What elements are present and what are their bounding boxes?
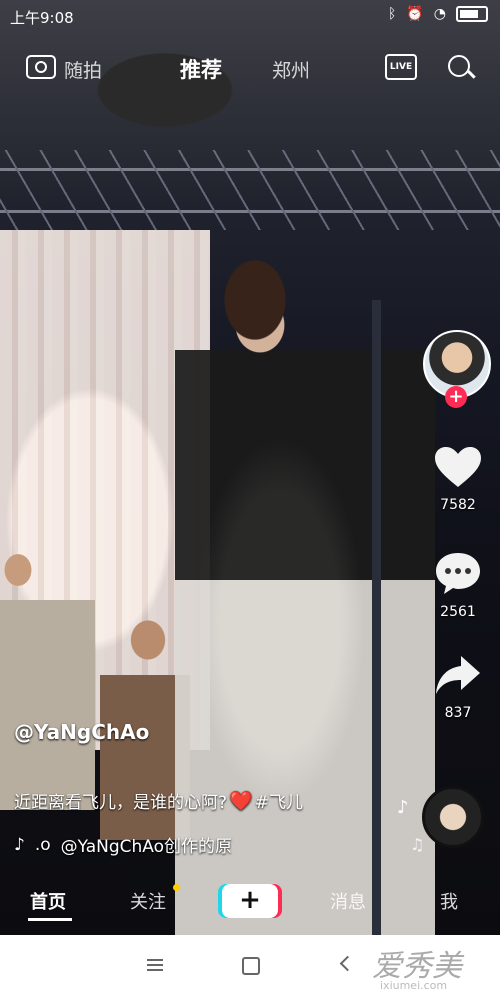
- music-title: @YaNgChAo创作的原: [60, 837, 233, 857]
- comment-button[interactable]: 2561: [430, 550, 486, 620]
- notification-dot: [173, 884, 180, 891]
- camera-icon[interactable]: [26, 55, 56, 79]
- menu-key-icon[interactable]: [147, 959, 163, 971]
- status-bar: 上午9:08 ᛒ ⏰ ◔: [0, 0, 500, 36]
- tab-messages[interactable]: 消息: [330, 888, 366, 914]
- live-icon[interactable]: LIVE: [385, 54, 417, 80]
- tab-home-indicator: [28, 918, 72, 921]
- wifi-icon: ◔: [433, 6, 446, 22]
- comment-count: 2561: [440, 604, 476, 620]
- back-key-icon[interactable]: [339, 955, 356, 972]
- like-count: 7582: [440, 497, 476, 513]
- share-button[interactable]: 837: [430, 653, 486, 721]
- music-note-icon: ♫: [410, 835, 425, 854]
- system-nav-bar: 爱秀美 ixiumei.com: [0, 935, 500, 1000]
- music-info[interactable]: ♪ .o @YaNgChAo创作的原: [14, 832, 233, 858]
- music-disc[interactable]: [422, 786, 484, 848]
- tab-me[interactable]: 我: [440, 888, 458, 914]
- music-note-icon: ♪: [397, 797, 409, 818]
- bottom-tab-bar: 首页 关注 + 消息 我: [0, 878, 500, 930]
- search-icon[interactable]: [448, 55, 470, 77]
- audience-person: [0, 550, 95, 810]
- status-time: 上午9:08: [10, 9, 74, 27]
- nav-camera-label[interactable]: 随拍: [64, 56, 102, 83]
- alarm-icon: ⏰: [406, 6, 424, 22]
- top-nav: 随拍 推荐 郑州 LIVE: [0, 50, 500, 90]
- tab-city[interactable]: 郑州: [272, 56, 310, 83]
- tab-follow[interactable]: 关注: [130, 888, 166, 914]
- battery-icon: [456, 6, 488, 22]
- stage-truss: [0, 150, 500, 230]
- description-text: 近距离看飞儿，是谁的心阿?: [14, 793, 228, 813]
- video-feed[interactable]: 上午9:08 ᛒ ⏰ ◔ 随拍 推荐 郑州 LIVE + 7582 2561 8…: [0, 0, 500, 935]
- performer: [175, 230, 435, 935]
- status-icons: ᛒ ⏰ ◔: [388, 6, 488, 22]
- heart-icon: [435, 447, 481, 487]
- video-description: 近距离看飞儿，是谁的心阿? ❤️ #飞儿: [14, 788, 303, 813]
- hashtag[interactable]: #飞儿: [255, 788, 303, 813]
- author-name[interactable]: @YaNgChAo: [14, 720, 149, 744]
- bluetooth-icon: ᛒ: [387, 6, 397, 22]
- follow-plus-button[interactable]: +: [445, 386, 467, 408]
- create-button[interactable]: +: [222, 884, 278, 918]
- tab-home[interactable]: 首页: [30, 888, 66, 914]
- tiktok-note-icon: ♪: [14, 834, 25, 855]
- share-count: 837: [444, 705, 472, 721]
- music-prefix: .o: [34, 834, 51, 855]
- heart-emoji: ❤️: [229, 790, 253, 812]
- watermark-sub: ixiumei.com: [380, 979, 448, 992]
- mic-stand: [372, 300, 381, 935]
- like-button[interactable]: 7582: [430, 445, 486, 513]
- home-key-icon[interactable]: [242, 957, 260, 975]
- tab-recommend[interactable]: 推荐: [180, 54, 222, 84]
- comment-icon: [436, 553, 480, 594]
- share-icon: [436, 656, 480, 694]
